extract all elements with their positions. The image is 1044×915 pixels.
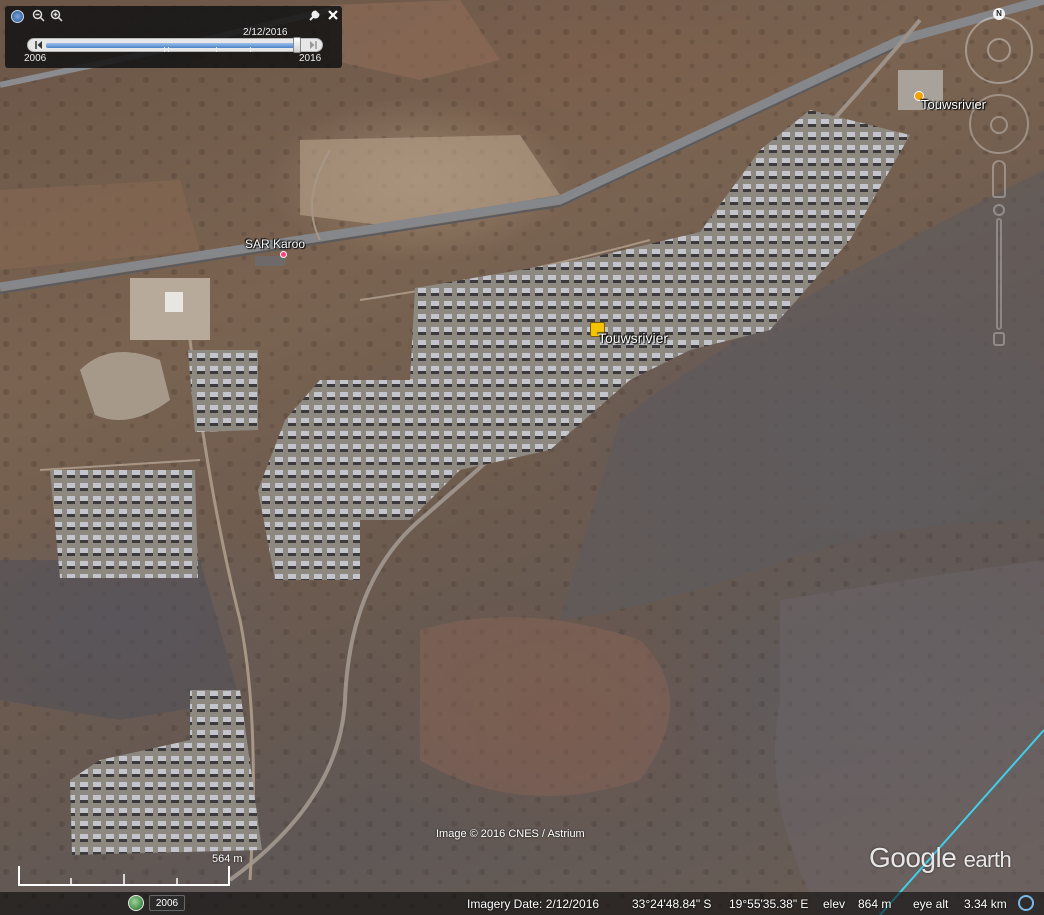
zoom-in-icon[interactable] — [49, 9, 63, 23]
north-indicator[interactable]: N — [993, 8, 1005, 20]
eye-altitude-value: 3.34 km — [964, 897, 1007, 911]
latitude-readout: 33°24'48.84" S — [632, 897, 712, 911]
wrench-icon[interactable] — [307, 9, 321, 23]
slider-tick — [216, 47, 217, 52]
time-slider-handle[interactable] — [293, 37, 301, 53]
slider-tick — [168, 47, 169, 52]
station-building — [255, 256, 285, 266]
placemark-label-sar-karoo[interactable]: SAR Karoo — [245, 237, 305, 251]
logo-google: Google — [869, 842, 957, 873]
move-joystick[interactable] — [990, 116, 1008, 134]
previous-date-button[interactable] — [35, 41, 43, 49]
station-building — [165, 292, 183, 312]
solar-array-west — [188, 350, 258, 432]
zoom-out-icon[interactable] — [31, 9, 45, 23]
slider-tick — [250, 47, 251, 52]
historical-imagery-icon[interactable] — [128, 895, 144, 911]
street-view-pegman-icon[interactable] — [992, 160, 1006, 198]
placemark-label-touwsrivier[interactable]: Touwsrivier — [598, 330, 668, 346]
historical-imagery-panel: 2/12/2016 2006 2016 — [5, 6, 342, 68]
next-date-button[interactable] — [309, 41, 317, 49]
imagery-credit: Image © 2016 CNES / Astrium — [436, 828, 585, 840]
logo-earth: earth — [963, 847, 1012, 872]
historical-imagery-year[interactable]: 2006 — [149, 895, 185, 911]
cleared-strip — [420, 617, 670, 796]
solar-array-southwest — [50, 470, 198, 578]
slider-end-year: 2016 — [299, 53, 322, 64]
time-slider-track[interactable] — [27, 37, 323, 53]
slider-start-year: 2006 — [24, 53, 47, 64]
zoom-minus-icon[interactable] — [993, 332, 1005, 346]
placemark-pin-icon[interactable] — [280, 251, 287, 258]
clock-icon[interactable] — [11, 10, 24, 23]
eye-altitude-label: eye alt — [913, 897, 949, 911]
elevation-label: elev — [823, 897, 846, 911]
terrain-overlay — [0, 0, 1044, 915]
scale-bar — [18, 866, 230, 886]
google-earth-logo: Google earth — [869, 842, 1012, 874]
time-slider-bar[interactable] — [46, 43, 296, 52]
satellite-map-view[interactable]: SAR Karoo Touwsrivier Touwsrivier Image … — [0, 0, 1044, 915]
imagery-date: Imagery Date: 2/12/2016 — [467, 897, 600, 911]
close-icon[interactable] — [326, 9, 340, 23]
zoom-plus-icon[interactable] — [993, 204, 1005, 216]
zoom-track[interactable] — [996, 218, 1002, 330]
status-bar: 2006 Imagery Date: 2/12/2016 33°24'48.84… — [0, 892, 1044, 915]
streaming-indicator-icon — [1018, 895, 1034, 911]
look-joystick[interactable] — [987, 38, 1011, 62]
elevation-value: 864 m — [858, 897, 892, 911]
navigation-controls: N — [960, 8, 1040, 353]
scale-label: 564 m — [212, 853, 243, 865]
longitude-readout: 19°55'35.38" E — [729, 897, 809, 911]
slider-current-date: 2/12/2016 — [243, 27, 288, 38]
slider-tick — [164, 47, 165, 52]
zoom-slider[interactable] — [993, 204, 1005, 346]
